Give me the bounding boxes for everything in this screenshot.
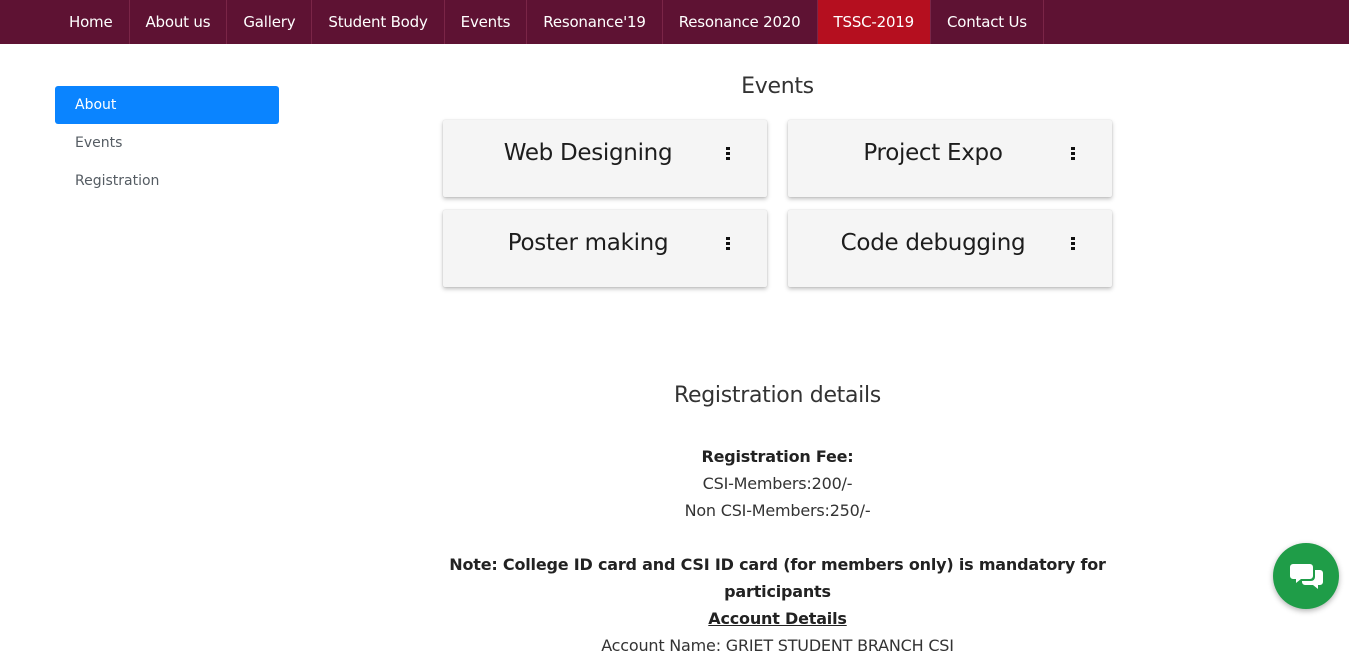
event-card-project-expo[interactable]: Project Expo xyxy=(788,120,1112,197)
sidebar: About Events Registration xyxy=(55,86,279,200)
nav-item-about-us[interactable]: About us xyxy=(130,0,228,44)
nav-menu: Home About us Gallery Student Body Event… xyxy=(53,0,1044,44)
nav-item-resonance-2020[interactable]: Resonance 2020 xyxy=(663,0,818,44)
nav-item-gallery[interactable]: Gallery xyxy=(227,0,313,44)
events-heading: Events xyxy=(741,74,814,99)
event-card-title: Code debugging xyxy=(840,230,1026,256)
nav-item-events[interactable]: Events xyxy=(445,0,528,44)
nav-item-contact-us[interactable]: Contact Us xyxy=(931,0,1044,44)
sidebar-item-events[interactable]: Events xyxy=(55,124,279,162)
event-card-title: Poster making xyxy=(507,230,669,256)
account-name: Account Name: GRIET STUDENT BRANCH CSI xyxy=(601,636,954,655)
nav-item-home[interactable]: Home xyxy=(53,0,130,44)
nav-item-resonance-19[interactable]: Resonance'19 xyxy=(527,0,663,44)
kebab-menu-icon[interactable] xyxy=(1071,237,1075,251)
kebab-menu-icon[interactable] xyxy=(1071,147,1075,161)
sidebar-item-about[interactable]: About xyxy=(55,86,279,124)
event-card-title: Web Designing xyxy=(503,140,673,166)
kebab-menu-icon[interactable] xyxy=(726,237,730,251)
chat-button[interactable] xyxy=(1273,543,1339,609)
nav-item-tssc-2019[interactable]: TSSC-2019 xyxy=(817,0,931,44)
event-card-poster-making[interactable]: Poster making xyxy=(443,210,767,287)
fee-members: CSI-Members:200/- xyxy=(702,474,853,493)
event-card-code-debugging[interactable]: Code debugging xyxy=(788,210,1112,287)
top-navbar: Home About us Gallery Student Body Event… xyxy=(0,0,1349,44)
registration-heading: Registration details xyxy=(674,383,881,408)
fee-heading: Registration Fee: xyxy=(701,447,854,466)
registration-details: Registration Fee: CSI-Members:200/- Non … xyxy=(443,443,1112,659)
kebab-menu-icon[interactable] xyxy=(726,147,730,161)
event-card-title: Project Expo xyxy=(863,140,1003,166)
mandatory-note: Note: College ID card and CSI ID card (f… xyxy=(449,555,1106,601)
sidebar-item-registration[interactable]: Registration xyxy=(55,162,279,200)
fee-non-members: Non CSI-Members:250/- xyxy=(684,501,871,520)
event-card-web-designing[interactable]: Web Designing xyxy=(443,120,767,197)
chat-bubbles-icon xyxy=(1290,564,1323,589)
nav-item-student-body[interactable]: Student Body xyxy=(312,0,445,44)
account-heading: Account Details xyxy=(708,609,847,628)
